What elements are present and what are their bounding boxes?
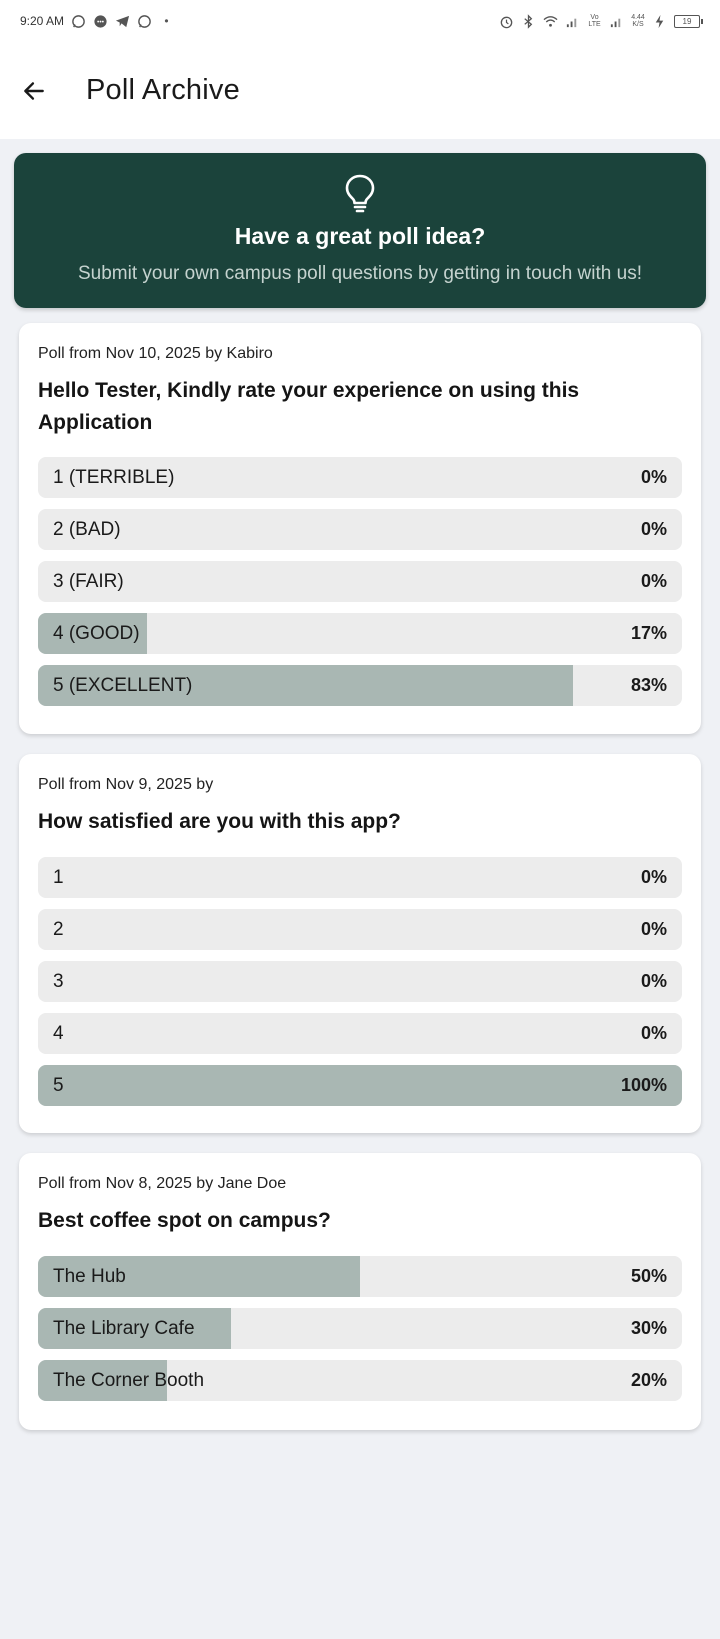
- poll-option[interactable]: 5 100%: [38, 1065, 682, 1106]
- poll-question: Hello Tester, Kindly rate your experienc…: [38, 379, 580, 434]
- message-icon: [93, 14, 108, 29]
- signal-icon-2: [609, 14, 624, 29]
- poll-option[interactable]: 3 (FAIR) 0%: [38, 561, 682, 602]
- option-percent: 0%: [640, 467, 667, 487]
- option-percent: 0%: [640, 919, 667, 939]
- poll-option[interactable]: 3 0%: [38, 961, 682, 1002]
- poll-meta: Poll from Nov 10, 2025 by Kabiro: [38, 345, 273, 362]
- option-percent: 0%: [640, 971, 667, 991]
- network-speed: 4.44 K/S: [631, 14, 645, 28]
- option-percent: 83%: [630, 675, 667, 695]
- alarm-icon: [499, 14, 514, 29]
- poll-options: 1 (TERRIBLE) 0% 2 (BAD) 0% 3 (FAIR) 0% 4…: [38, 457, 682, 717]
- lightbulb-icon: [345, 174, 375, 213]
- status-bar: 9:20 AM • Vo LTE 4.44 K/S 19: [0, 0, 720, 42]
- option-label: 1 (TERRIBLE): [53, 467, 175, 488]
- telegram-icon: [115, 14, 130, 29]
- status-time: 9:20 AM: [20, 14, 65, 28]
- option-label: 4: [53, 1023, 64, 1044]
- poll-option[interactable]: 5 (EXCELLENT) 83%: [38, 665, 682, 706]
- banner-subtitle: Submit your own campus poll questions by…: [78, 263, 642, 284]
- arrow-left-icon: [24, 81, 44, 100]
- poll-card: Poll from Nov 9, 2025 by How satisfied a…: [19, 754, 701, 1133]
- option-label: 3: [53, 971, 64, 992]
- signal-icon: [565, 14, 580, 29]
- poll-options: The Hub 50% The Library Cafe 30% The Cor…: [38, 1256, 682, 1412]
- poll-option[interactable]: The Hub 50%: [38, 1256, 682, 1297]
- poll-meta: Poll from Nov 9, 2025 by: [38, 776, 214, 793]
- poll-option[interactable]: 4 0%: [38, 1013, 682, 1054]
- poll-meta: Poll from Nov 8, 2025 by Jane Doe: [38, 1175, 287, 1192]
- status-right: Vo LTE 4.44 K/S 19: [499, 13, 703, 29]
- whatsapp-icon-2: [137, 14, 152, 29]
- banner-title: Have a great poll idea?: [234, 223, 486, 249]
- app-bar: Poll Archive: [0, 42, 720, 139]
- option-percent: 0%: [640, 519, 667, 539]
- poll-question: Best coffee spot on campus?: [38, 1209, 331, 1232]
- poll-option[interactable]: The Library Cafe 30%: [38, 1308, 682, 1349]
- option-percent: 50%: [630, 1266, 667, 1286]
- page-title: Poll Archive: [86, 74, 240, 106]
- wifi-icon: [543, 14, 558, 29]
- option-label: 2 (BAD): [53, 519, 121, 540]
- poll-question: How satisfied are you with this app?: [38, 810, 401, 833]
- option-percent: 30%: [630, 1318, 667, 1338]
- whatsapp-icon: [71, 14, 86, 29]
- option-label: 4 (GOOD): [53, 623, 140, 644]
- option-label: The Corner Booth: [53, 1370, 205, 1391]
- option-label: The Library Cafe: [53, 1318, 195, 1339]
- option-fill-bar: [38, 1065, 682, 1106]
- option-percent: 17%: [630, 623, 667, 643]
- option-percent: 0%: [640, 867, 667, 887]
- option-label: 1: [53, 867, 64, 888]
- status-left: 9:20 AM •: [20, 14, 174, 29]
- back-button[interactable]: [20, 77, 48, 105]
- poll-option[interactable]: 2 0%: [38, 909, 682, 950]
- battery-icon: 19: [674, 14, 703, 28]
- bluetooth-icon: [521, 13, 536, 29]
- option-label: 5 (EXCELLENT): [53, 675, 193, 696]
- option-percent: 0%: [640, 571, 667, 591]
- poll-option[interactable]: 1 (TERRIBLE) 0%: [38, 457, 682, 498]
- poll-card: Poll from Nov 10, 2025 by Kabiro Hello T…: [19, 323, 701, 734]
- poll-option[interactable]: 1 0%: [38, 857, 682, 898]
- notification-dot: •: [164, 13, 169, 28]
- option-percent: 0%: [640, 1023, 667, 1043]
- option-percent: 20%: [630, 1370, 667, 1390]
- poll-options: 1 0% 2 0% 3 0% 4 0% 5 100%: [38, 857, 682, 1117]
- option-label: 3 (FAIR): [53, 571, 124, 592]
- volte-icon: Vo LTE: [588, 13, 601, 28]
- poll-option[interactable]: 4 (GOOD) 17%: [38, 613, 682, 654]
- option-label: 2: [53, 919, 64, 940]
- poll-card: Poll from Nov 8, 2025 by Jane Doe Best c…: [19, 1153, 701, 1430]
- option-percent: 100%: [620, 1075, 667, 1095]
- poll-option[interactable]: The Corner Booth 20%: [38, 1360, 682, 1401]
- option-label: 5: [53, 1075, 64, 1096]
- poll-option[interactable]: 2 (BAD) 0%: [38, 509, 682, 550]
- poll-idea-banner[interactable]: Have a great poll idea? Submit your own …: [14, 153, 706, 308]
- charging-icon: [652, 14, 667, 29]
- option-label: The Hub: [53, 1266, 126, 1287]
